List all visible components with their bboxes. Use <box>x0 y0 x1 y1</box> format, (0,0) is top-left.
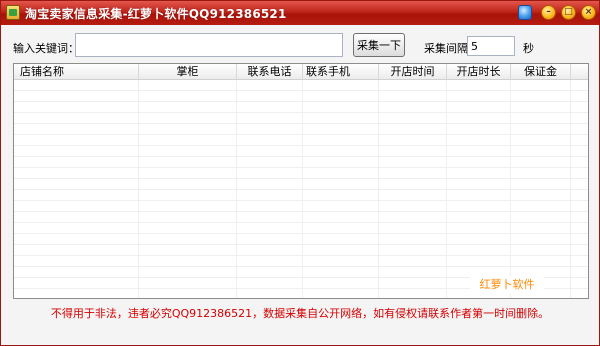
column-divider <box>570 80 571 298</box>
column-header-shopkeeper[interactable]: 掌柜 <box>139 64 237 79</box>
column-header-open-duration[interactable]: 开店时长 <box>447 64 511 79</box>
interval-label: 采集间隔 <box>424 42 468 55</box>
minimize-icon[interactable]: – <box>541 5 556 20</box>
interval-input[interactable] <box>467 36 515 56</box>
brand-watermark: 红萝卜软件 <box>470 276 544 294</box>
column-header-mobile[interactable]: 联系手机 <box>303 64 379 79</box>
results-table[interactable]: 店铺名称 掌柜 联系电话 联系手机 开店时间 开店时长 保证金 红萝卜软件 <box>13 63 589 299</box>
column-divider <box>446 80 447 298</box>
column-header-shop-name[interactable]: 店铺名称 <box>14 64 139 79</box>
column-header-phone[interactable]: 联系电话 <box>237 64 303 79</box>
window-title: 淘宝卖家信息采集-红萝卜软件QQ912386521 <box>25 7 287 21</box>
title-bar[interactable]: 淘宝卖家信息采集-红萝卜软件QQ912386521 – □ × <box>1 1 599 25</box>
column-divider <box>510 80 511 298</box>
skin-icon[interactable] <box>518 5 532 20</box>
disclaimer-text: 不得用于非法，违者必究QQ912386521，数据采集自公开网络，如有侵权请联系… <box>50 307 550 320</box>
keyword-label: 输入关键词： <box>13 42 79 55</box>
column-divider <box>302 80 303 298</box>
maximize-icon[interactable]: □ <box>561 5 576 20</box>
app-window: 淘宝卖家信息采集-红萝卜软件QQ912386521 – □ × 输入关键词： 采… <box>0 0 600 346</box>
keyword-input[interactable] <box>75 33 343 57</box>
interval-unit: 秒 <box>523 42 534 55</box>
column-header-open-date[interactable]: 开店时间 <box>379 64 447 79</box>
collect-button[interactable]: 采集一下 <box>353 33 405 57</box>
column-divider <box>378 80 379 298</box>
column-header-deposit[interactable]: 保证金 <box>511 64 571 79</box>
table-header: 店铺名称 掌柜 联系电话 联系手机 开店时间 开店时长 保证金 <box>14 64 588 80</box>
column-divider <box>236 80 237 298</box>
close-icon[interactable]: × <box>581 5 596 20</box>
column-divider <box>138 80 139 298</box>
table-body <box>14 80 588 298</box>
app-icon <box>6 5 20 20</box>
